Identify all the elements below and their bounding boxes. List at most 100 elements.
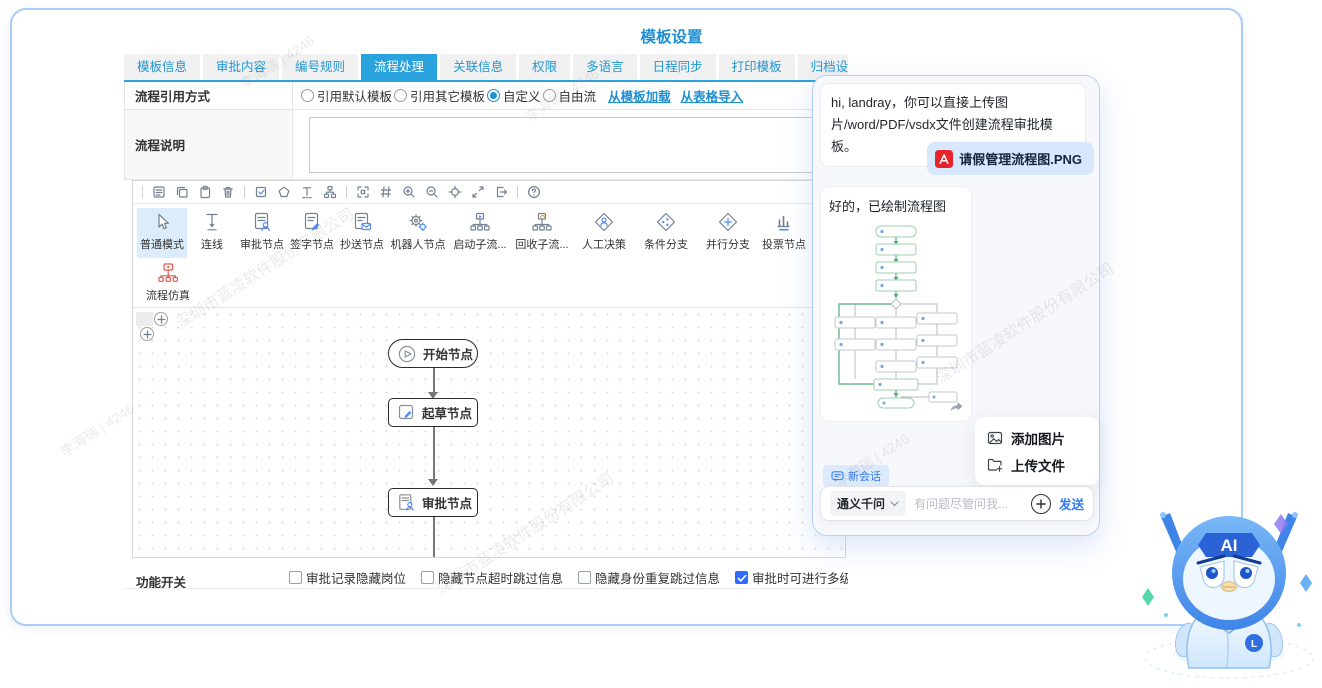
zoom-in-canvas-button[interactable] xyxy=(154,312,168,326)
canvas-draft-node[interactable]: 起草节点 xyxy=(388,398,478,427)
canvas-start-node[interactable]: 开始节点 xyxy=(388,339,478,368)
node-label: 开始节点 xyxy=(423,348,474,362)
palette-label: 流程仿真 xyxy=(146,290,190,302)
page-title: 模板设置 xyxy=(640,29,703,46)
add-image-menu-item[interactable]: 添加图片 xyxy=(975,424,1099,451)
radio-other-template[interactable]: 引用其它模板 xyxy=(394,86,485,105)
tab-bar: 模板信息 审批内容 编号规则 流程处理 关联信息 权限 多语言 日程同步 打印模… xyxy=(124,54,848,80)
import-from-table-link[interactable]: 从表格导入 xyxy=(681,86,744,105)
checkbox[interactable] xyxy=(578,571,592,584)
palette-approval-node[interactable]: 审批节点 xyxy=(237,208,287,258)
shape-icon[interactable] xyxy=(277,185,291,199)
palette-label: 普通模式 xyxy=(140,239,184,251)
palette-label: 连线 xyxy=(201,239,223,251)
locate-icon[interactable] xyxy=(448,185,462,199)
switch-hide-position[interactable]: 审批记录隐藏岗位 xyxy=(289,568,406,587)
tab-print-template[interactable]: 打印模板 xyxy=(718,54,795,80)
tab-process-handling[interactable]: 流程处理 xyxy=(361,54,438,80)
tab-permissions[interactable]: 权限 xyxy=(519,54,571,80)
switch-hide-timeout-skip[interactable]: 隐藏节点超时跳过信息 xyxy=(421,568,563,587)
radio-label: 自由流 xyxy=(558,90,597,104)
toolbar-separator xyxy=(142,186,143,198)
folder-plus-icon xyxy=(987,458,1003,472)
palette-normal-mode[interactable]: 普通模式 xyxy=(137,208,187,258)
radio-circle-selected[interactable] xyxy=(487,89,501,102)
row-divider xyxy=(124,588,848,589)
palette-recall-subflow-node[interactable]: 回收子流... xyxy=(511,208,573,258)
switch-hide-duplicate-skip[interactable]: 隐藏身份重复跳过信息 xyxy=(578,568,720,587)
flow-canvas[interactable]: 开始节点 起草节点 审批节点 xyxy=(133,307,845,557)
minimap[interactable] xyxy=(136,312,153,326)
switch-multilevel-communication[interactable]: 审批时可进行多级沟通 xyxy=(735,568,848,587)
palette-condition-branch-node[interactable]: 条件分支 xyxy=(635,208,697,258)
file-name: 请假管理流程图.PNG xyxy=(959,152,1082,167)
grid-icon[interactable] xyxy=(379,185,393,199)
palette-cc-node[interactable]: 抄送节点 xyxy=(337,208,387,258)
properties-icon[interactable] xyxy=(152,185,166,199)
fit-view-icon[interactable] xyxy=(356,185,370,199)
palette-label: 人工决策 xyxy=(582,239,626,251)
feature-switches-row: 审批记录隐藏岗位 隐藏节点超时跳过信息 隐藏身份重复跳过信息 审批时可进行多级沟… xyxy=(289,568,848,587)
copy-icon[interactable] xyxy=(175,185,189,199)
upload-file-menu-item[interactable]: 上传文件 xyxy=(975,451,1099,478)
palette-start-subflow-node[interactable]: 启动子流... xyxy=(449,208,511,258)
process-desc-textarea[interactable] xyxy=(309,116,842,173)
uploaded-file-bubble[interactable]: 请假管理流程图.PNG xyxy=(927,142,1094,175)
load-from-template-link[interactable]: 从模板加载 xyxy=(608,86,671,105)
tab-approval-content[interactable]: 审批内容 xyxy=(203,54,280,80)
flowchart-preview-image[interactable] xyxy=(829,221,963,413)
tab-multilang[interactable]: 多语言 xyxy=(573,54,637,80)
palette-parallel-branch-node[interactable]: 并行分支 xyxy=(697,208,759,258)
add-attachment-button[interactable] xyxy=(1030,493,1051,514)
zoom-in-icon[interactable] xyxy=(402,185,416,199)
radio-circle[interactable] xyxy=(394,89,408,102)
radio-circle[interactable] xyxy=(301,89,314,102)
palette-sign-node[interactable]: 签字节点 xyxy=(287,208,337,258)
new-session-label: 新会话 xyxy=(848,471,881,483)
toolbar-separator xyxy=(517,186,518,198)
checkbox[interactable] xyxy=(421,571,435,584)
palette-label: 审批节点 xyxy=(240,239,284,251)
text-icon[interactable] xyxy=(300,185,314,199)
tab-template-info[interactable]: 模板信息 xyxy=(124,54,201,80)
palette-robot-node[interactable]: 机器人节点 xyxy=(387,208,449,258)
radio-circle[interactable] xyxy=(542,89,556,102)
assistant-reply-bubble: 好的，已绘制流程图 xyxy=(820,186,972,422)
paste-icon[interactable] xyxy=(198,185,212,199)
canvas-approval-node[interactable]: 审批节点 xyxy=(388,488,478,517)
radio-default-template[interactable]: 引用默认模板 xyxy=(301,86,392,105)
chat-input-bar: 通义千问 有问题尽管问我... 发送 xyxy=(820,486,1094,521)
tab-related-info[interactable]: 关联信息 xyxy=(440,54,517,80)
ref-mode-label: 流程引用方式 xyxy=(125,82,293,109)
fullscreen-icon[interactable] xyxy=(471,185,485,199)
delete-icon[interactable] xyxy=(221,185,235,199)
share-icon[interactable] xyxy=(949,399,964,415)
palette-process-simulation[interactable]: 流程仿真 xyxy=(139,261,197,303)
tab-numbering-rules[interactable]: 编号规则 xyxy=(282,54,359,80)
flow-editor: 普通模式 连线 审批节点 签字节点 抄送节点 机器人节点 启动子流... 回收子… xyxy=(132,180,846,558)
palette-manual-decision-node[interactable]: 人工决策 xyxy=(573,208,635,258)
help-icon[interactable] xyxy=(527,185,541,199)
send-button[interactable]: 发送 xyxy=(1059,494,1084,513)
checkbox-checked[interactable] xyxy=(735,571,749,584)
subflow-icon[interactable] xyxy=(323,185,337,199)
diamond-decoration xyxy=(1142,588,1154,606)
radio-custom[interactable]: 自定义 xyxy=(487,86,541,105)
add-node-button[interactable] xyxy=(140,327,154,341)
connector-line xyxy=(433,517,435,557)
zoom-out-icon[interactable] xyxy=(425,185,439,199)
palette-connector[interactable]: 连线 xyxy=(187,208,237,258)
multiselect-icon[interactable] xyxy=(254,185,268,199)
checkbox[interactable] xyxy=(289,571,302,584)
export-icon[interactable] xyxy=(494,185,508,199)
checkbox-label: 隐藏节点超时跳过信息 xyxy=(438,572,564,586)
palette-label: 签字节点 xyxy=(290,239,334,251)
tab-calendar-sync[interactable]: 日程同步 xyxy=(639,54,716,80)
new-session-button[interactable]: 新会话 xyxy=(823,465,889,487)
chat-input[interactable]: 有问题尽管问我... xyxy=(914,495,1023,512)
connector-line xyxy=(433,427,435,479)
model-selector[interactable]: 通义千问 xyxy=(830,491,907,516)
ai-robot-mascot[interactable]: L AI xyxy=(1136,470,1322,688)
radio-free-flow[interactable]: 自由流 xyxy=(542,86,597,105)
palette-vote-node[interactable]: 投票节点 xyxy=(759,208,809,258)
